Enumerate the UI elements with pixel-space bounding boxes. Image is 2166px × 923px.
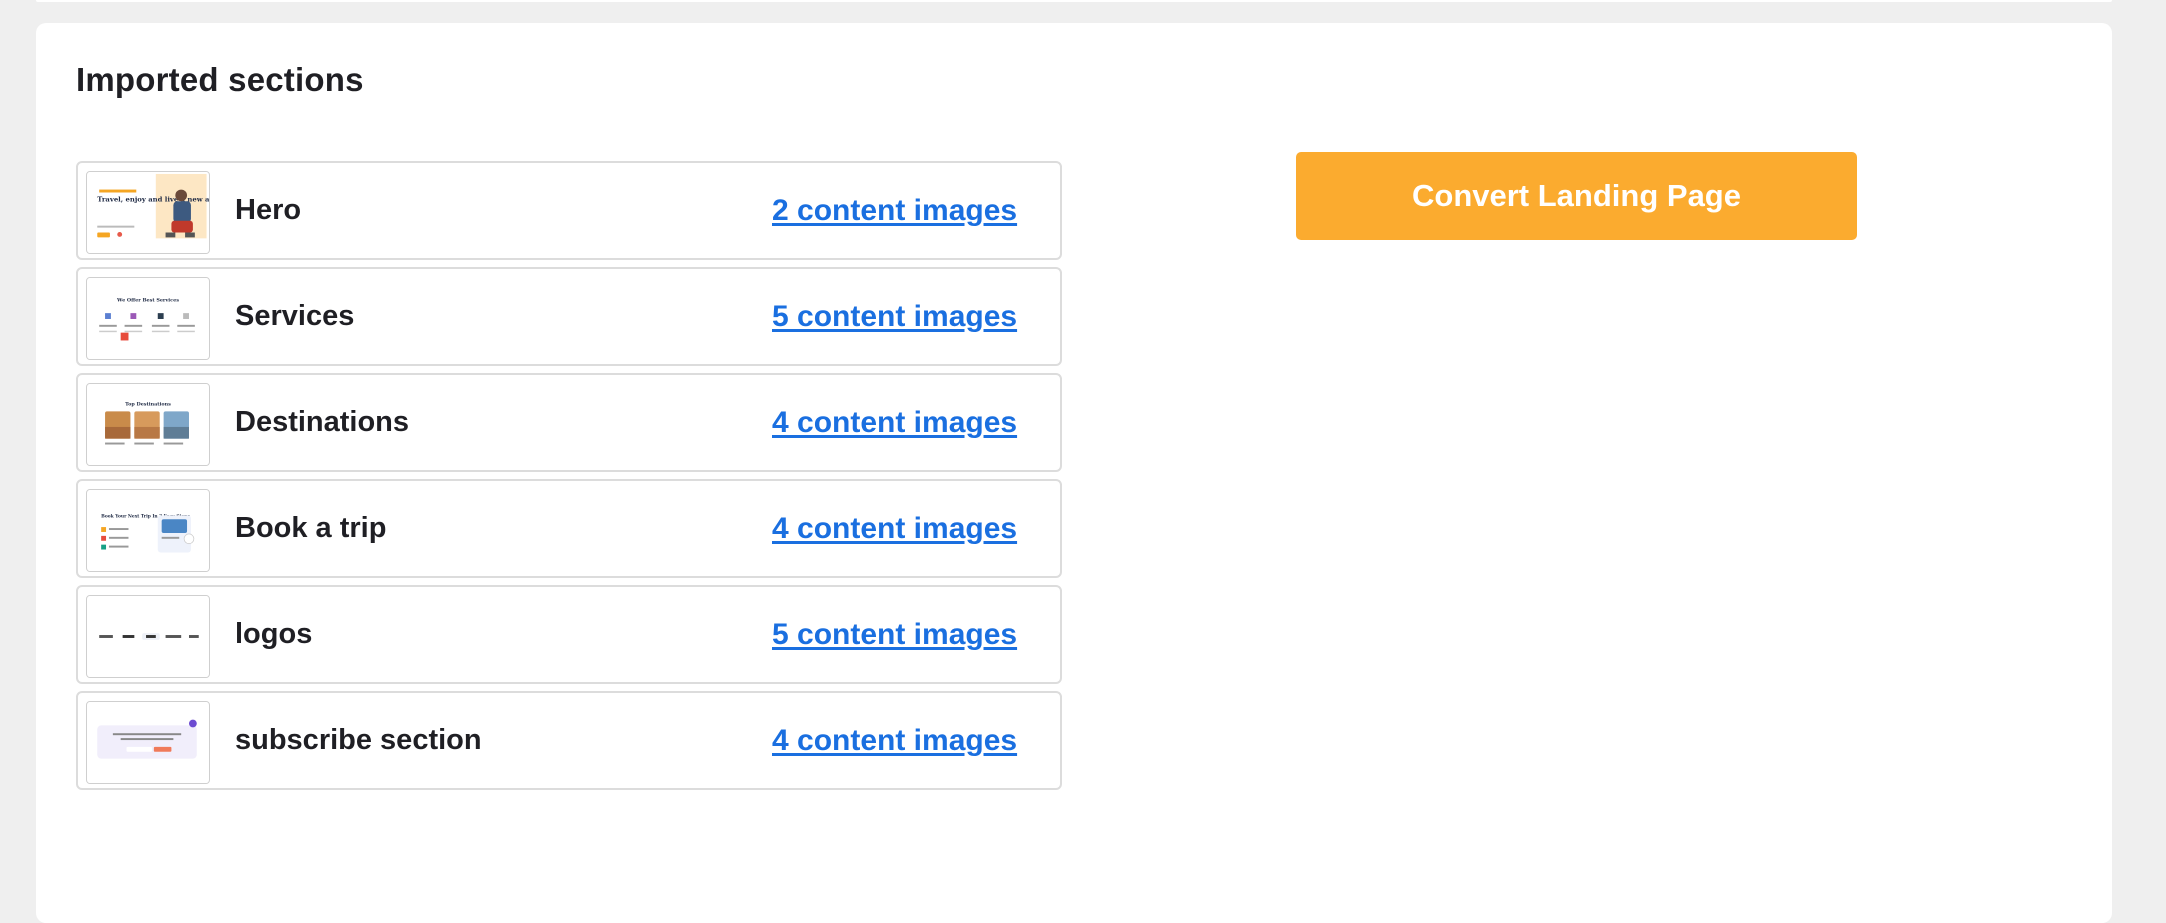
section-row-destinations: Top Destinations Destinations 4 content … — [76, 373, 1062, 472]
content-images-link[interactable]: 4 content images — [772, 693, 1017, 788]
section-name: logos — [235, 618, 313, 650]
content-images-link[interactable]: 2 content images — [772, 163, 1017, 258]
convert-landing-page-button[interactable]: Convert Landing Page — [1296, 152, 1857, 240]
services-thumb-text: We Offer Best Services — [116, 297, 179, 303]
hero-thumb-text: Travel, enjoy and live a new and full li… — [97, 195, 209, 203]
page-title: Imported sections — [76, 61, 364, 98]
previous-card-edge — [36, 0, 2112, 2]
content-images-link[interactable]: 5 content images — [772, 587, 1017, 682]
section-row-book-a-trip: Book Your Next Trip In 3 Easy Steps Book… — [76, 479, 1062, 578]
destinations-thumbnail: Top Destinations — [86, 383, 210, 466]
section-row-logos: logos 5 content images — [76, 585, 1062, 684]
section-row-subscribe: subscribe section 4 content images — [76, 691, 1062, 790]
section-row-hero: Travel, enjoy and live a new and full li… — [76, 161, 1062, 260]
section-name: Services — [235, 300, 355, 332]
subscribe-thumbnail — [86, 701, 210, 784]
section-name: subscribe section — [235, 724, 482, 756]
section-name: Book a trip — [235, 512, 387, 544]
content-images-link[interactable]: 4 content images — [772, 375, 1017, 470]
services-thumbnail: We Offer Best Services — [86, 277, 210, 360]
section-list: Travel, enjoy and live a new and full li… — [76, 161, 1066, 797]
logos-thumbnail — [86, 595, 210, 678]
section-name: Hero — [235, 194, 302, 226]
book-trip-thumbnail: Book Your Next Trip In 3 Easy Steps — [86, 489, 210, 572]
content-images-link[interactable]: 5 content images — [772, 269, 1017, 364]
section-name: Destinations — [235, 406, 410, 438]
section-row-services: We Offer Best Services Services 5 conten… — [76, 267, 1062, 366]
content-images-link[interactable]: 4 content images — [772, 481, 1017, 576]
hero-thumbnail: Travel, enjoy and live a new and full li… — [86, 171, 210, 254]
destinations-thumb-text: Top Destinations — [125, 401, 171, 407]
